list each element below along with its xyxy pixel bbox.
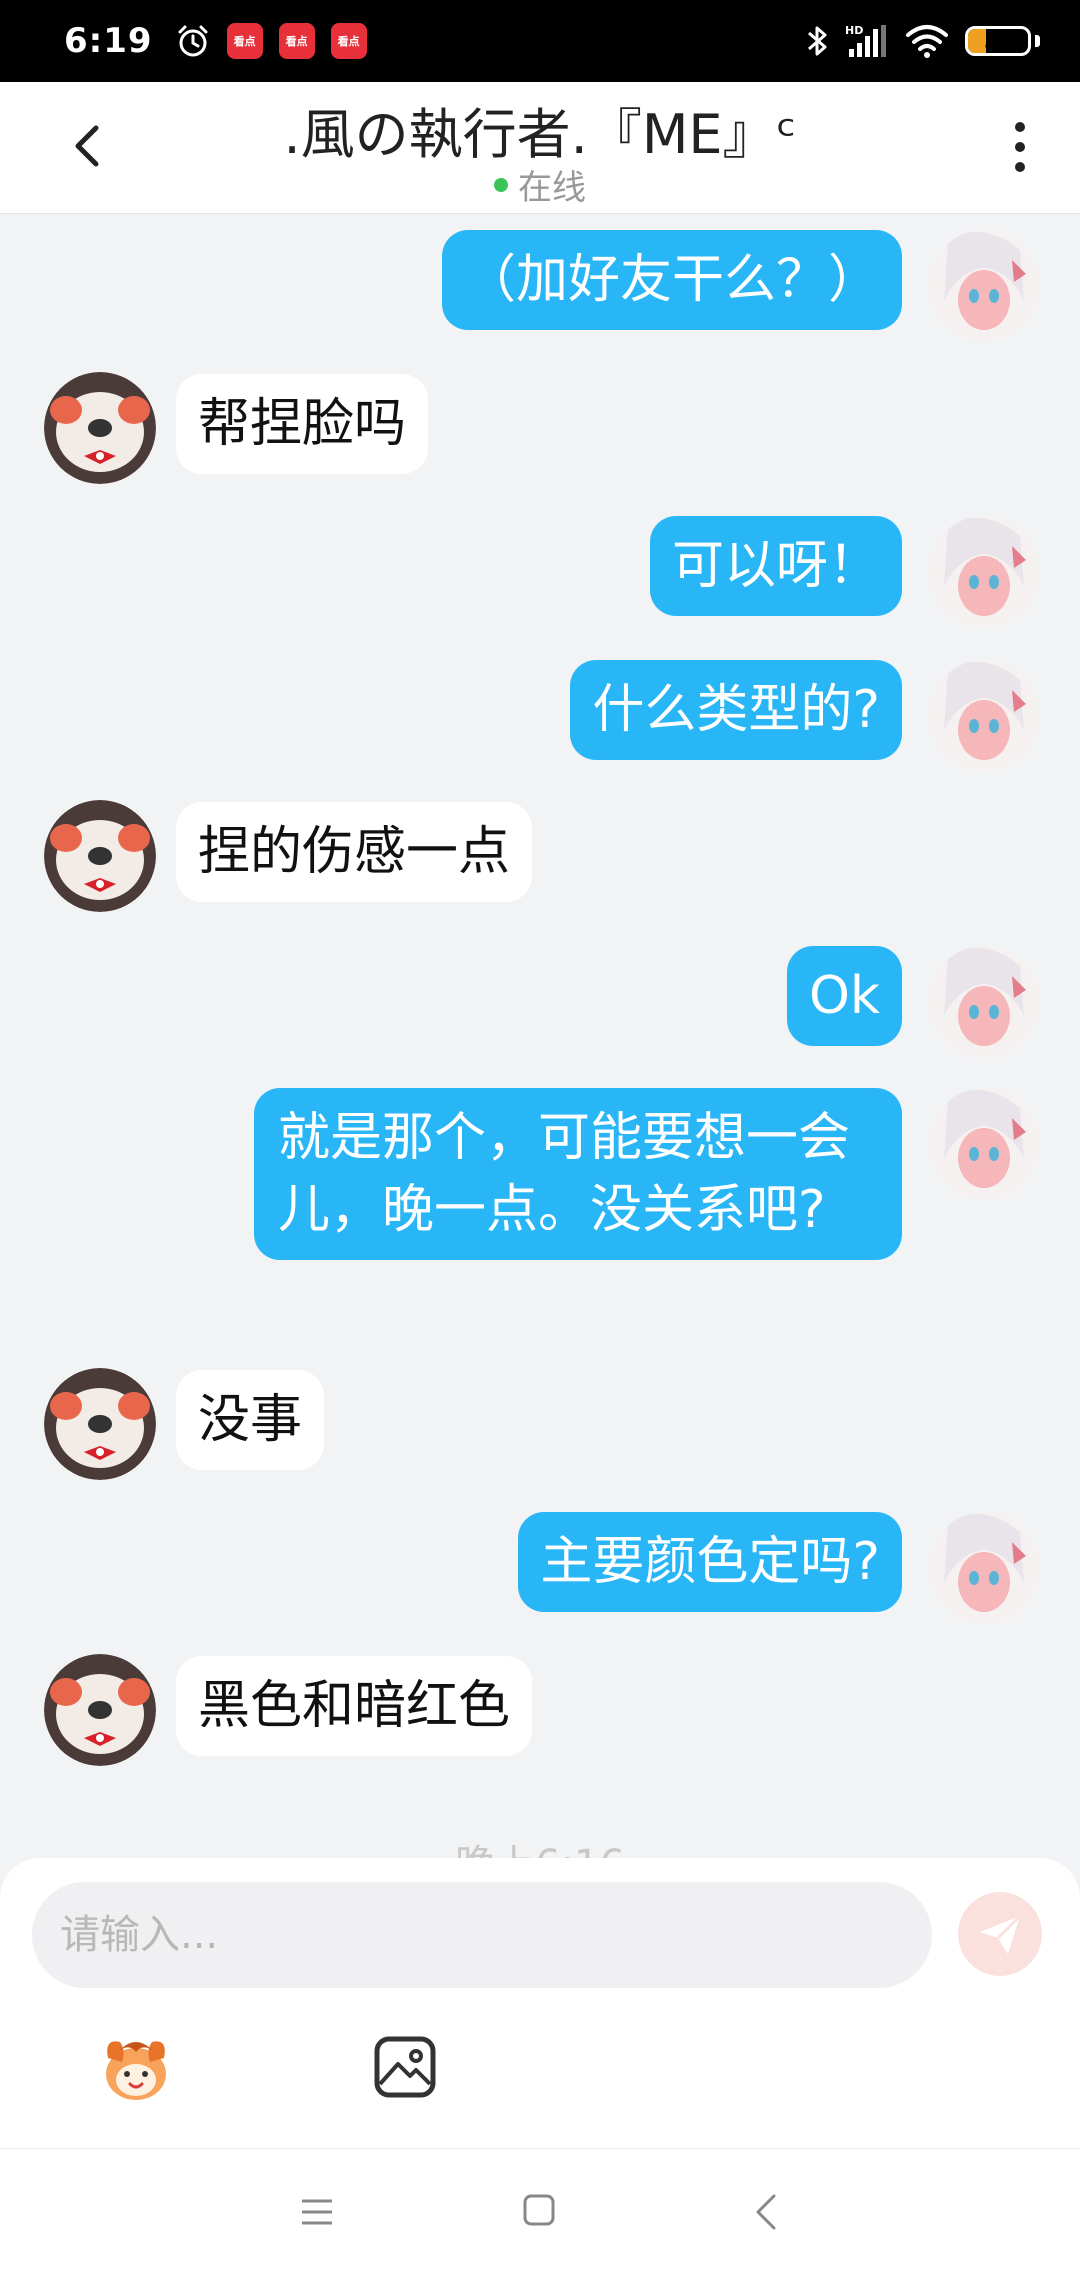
status-time: 6:19 [64,21,153,61]
app-notification-icon: 看点 [330,23,367,59]
contact-avatar[interactable] [44,800,156,912]
input-panel [0,1858,1080,2148]
back-icon[interactable] [754,2193,778,2231]
app-notification-icon: 看点 [226,23,263,59]
message-input[interactable] [32,1882,932,1988]
menu-icon[interactable] [300,2195,334,2229]
my-avatar[interactable] [928,1088,1040,1200]
message-list[interactable]: （加好友干么？） 帮捏脸吗 可以呀！ 什么类型的? 捏的伤感一点 Ok 就是那个… [0,214,1080,1858]
image-icon[interactable] [372,2034,438,2100]
network-type-label: HD [845,24,863,37]
my-avatar[interactable] [928,230,1040,342]
outgoing-message[interactable]: 什么类型的? [570,660,902,760]
my-avatar[interactable] [928,1512,1040,1624]
alarm-icon [178,25,208,57]
incoming-message[interactable]: 帮捏脸吗 [176,374,429,474]
status-system-icons: HD 30 [805,23,1040,59]
status-bar: 6:19 看点 看点 看点 HD 30 [0,0,1080,82]
status-notification-icons: 看点 看点 看点 [175,23,367,59]
online-status-label: 在线 [518,168,586,208]
outgoing-message[interactable]: （加好友干么？） [441,230,902,330]
send-icon [980,1914,1022,1954]
time-separator: 晚上6:16 [0,1832,1080,1858]
home-icon[interactable] [522,2193,556,2227]
incoming-message[interactable]: 捏的伤感一点 [176,802,533,902]
sticker-icon[interactable] [96,2028,176,2108]
battery-level: 30 [984,29,1012,53]
outgoing-message[interactable]: 可以呀！ [649,516,902,616]
incoming-message[interactable]: 没事 [176,1370,325,1470]
my-avatar[interactable] [928,660,1040,772]
battery-tip [1035,35,1040,47]
battery-icon: 30 [965,26,1031,56]
my-avatar[interactable] [928,946,1040,1058]
more-vertical-icon[interactable] [1000,112,1040,182]
app-notification-icon: 看点 [278,23,315,59]
wifi-icon [906,25,948,58]
outgoing-message[interactable]: 就是那个，可能要想一会儿，晚一点。没关系吧? [254,1088,902,1260]
bluetooth-icon [808,26,827,56]
send-button[interactable] [958,1892,1042,1976]
outgoing-message[interactable]: Ok [786,946,902,1046]
contact-avatar[interactable] [44,372,156,484]
outgoing-message[interactable]: 主要颜色定吗? [518,1512,902,1612]
cellular-signal-icon: HD [845,24,886,57]
online-status: 在线 [0,160,1080,209]
system-nav-bar [0,2148,1080,2280]
my-avatar[interactable] [928,516,1040,628]
contact-avatar[interactable] [44,1654,156,1766]
contact-avatar[interactable] [44,1368,156,1480]
contact-name: .風の執行者.『ME』ᶜ [283,103,797,166]
online-dot-icon [494,177,508,192]
chat-header: .風の執行者.『ME』ᶜ 在线 [0,82,1080,214]
incoming-message[interactable]: 黑色和暗红色 [176,1656,533,1756]
